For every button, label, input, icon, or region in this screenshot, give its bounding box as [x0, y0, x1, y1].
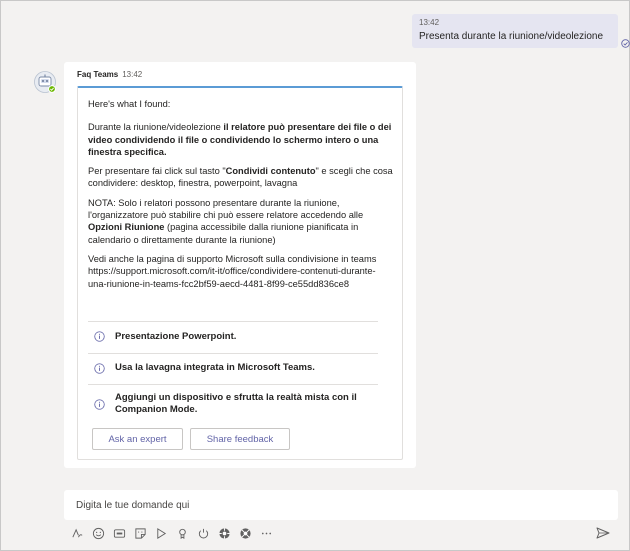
seen-check-icon: [621, 39, 630, 48]
more-icon[interactable]: [260, 527, 273, 540]
card-paragraph-2: Per presentare fai click sul tasto "Cond…: [88, 165, 393, 190]
card-intro: Here's what I found:: [88, 99, 171, 109]
card-paragraph-3: NOTA: Solo i relatori possono presentare…: [88, 197, 393, 246]
text-bold: Condividi contenuto: [225, 166, 316, 177]
text-bold: Opzioni Riunione: [88, 222, 165, 233]
incoming-message: Faq Teams 13:42 Here's what I found: Dura…: [64, 62, 416, 468]
message-header: Faq Teams 13:42: [77, 70, 142, 80]
text-span: Per presentare fai click sul tasto ": [88, 166, 226, 177]
info-icon: [94, 362, 105, 374]
app-icon-2[interactable]: [239, 527, 252, 540]
gif-icon[interactable]: [113, 527, 126, 540]
card-body: Here's what I found: Durante la riunione…: [88, 98, 393, 290]
info-icon: [94, 331, 105, 342]
emoji-icon[interactable]: [92, 527, 105, 540]
message-input[interactable]: [76, 498, 596, 512]
compose-box[interactable]: [64, 490, 618, 520]
ask-an-expert-button[interactable]: Ask an expert: [92, 428, 183, 450]
text-span: NOTA: Solo i relatori possono presentare…: [88, 197, 364, 221]
action-companion-mode[interactable]: Aggiungi un dispositivo e sfrutta la rea…: [88, 384, 378, 423]
app-icon[interactable]: [218, 527, 231, 540]
info-icon: [94, 398, 105, 410]
action-usa-lavagna[interactable]: Usa la lavagna integrata in Microsoft Te…: [88, 353, 378, 382]
chat-window: 13:42 Presenta durante la riunione/video…: [0, 0, 630, 551]
card-paragraph-1: Durante la riunione/videolezione il rela…: [88, 121, 393, 158]
outgoing-message-text: Presenta durante la riunione/videolezion…: [419, 31, 604, 42]
action-presentazione-powerpoint[interactable]: Presentazione Powerpoint.: [88, 321, 378, 351]
sticker-icon[interactable]: [134, 527, 147, 540]
send-icon[interactable]: [596, 527, 610, 539]
action-label: Usa la lavagna integrata in Microsoft Te…: [115, 362, 315, 373]
message-time: 13:42: [122, 70, 143, 79]
loop-icon[interactable]: [197, 527, 210, 540]
meet-now-icon[interactable]: [155, 527, 168, 540]
outgoing-message-time: 13:42: [419, 18, 440, 27]
compose-toolbar: [71, 525, 281, 541]
outgoing-message[interactable]: 13:42 Presenta durante la riunione/video…: [412, 14, 618, 48]
sender-name: Faq Teams: [77, 70, 119, 79]
adaptive-card: Here's what I found: Durante la riunione…: [77, 86, 403, 460]
text-span: Durante la riunione/videolezione: [88, 122, 224, 133]
action-label: Aggiungi un dispositivo e sfrutta la rea…: [115, 392, 357, 415]
praise-icon[interactable]: [176, 527, 189, 540]
share-feedback-button[interactable]: Share feedback: [190, 428, 290, 450]
format-icon[interactable]: [71, 527, 84, 540]
action-label: Presentazione Powerpoint.: [115, 330, 237, 342]
card-paragraph-4: Vedi anche la pagina di supporto Microso…: [88, 253, 377, 289]
bot-avatar-icon[interactable]: [34, 71, 56, 93]
